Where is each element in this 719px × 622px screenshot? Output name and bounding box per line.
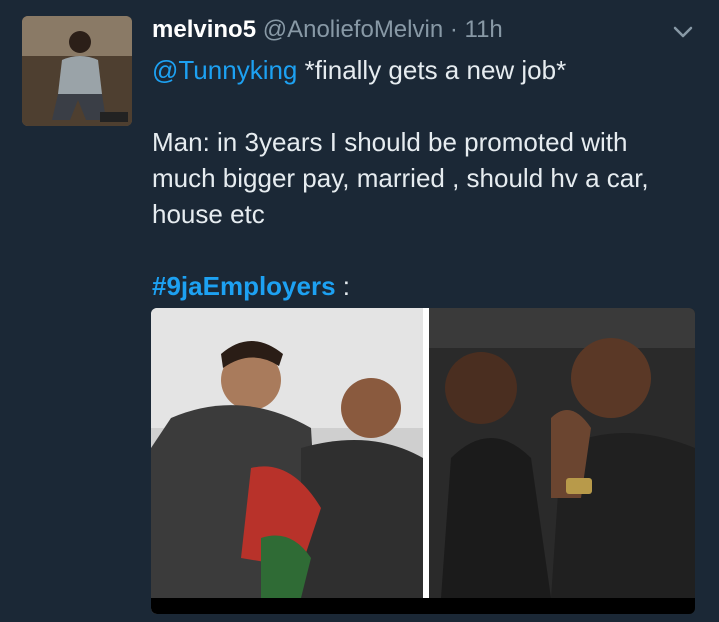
tweet-header: melvino5 @AnoliefoMelvin · 11h [152,14,659,46]
display-name[interactable]: melvino5 [152,16,256,43]
hashtag-line: #9jaEmployers : [152,268,692,304]
tweet-photo[interactable] [151,308,695,614]
tweet-text: @Tunnyking *finally gets a new job* Man:… [152,52,692,304]
avatar[interactable] [22,16,132,126]
tweet-line-1-text: *finally gets a new job* [297,55,567,85]
chevron-down-icon[interactable] [669,20,697,44]
photo-image [151,308,695,614]
tweet-line-4: house etc [152,199,265,229]
user-handle[interactable]: @AnoliefoMelvin [263,16,443,43]
timestamp[interactable]: 11h [465,16,503,43]
separator: · [449,16,458,43]
avatar-image [22,16,132,126]
hashtag-suffix: : [335,271,351,301]
mention-link[interactable]: @Tunnyking [152,55,297,85]
tweet-line-1: @Tunnyking *finally gets a new job* [152,52,692,88]
hashtag-link[interactable]: #9jaEmployers [152,271,336,301]
tweet-line-3: much bigger pay, married , should hv a c… [152,163,649,193]
tweet-line-2: Man: in 3years I should be promoted with [152,127,628,157]
